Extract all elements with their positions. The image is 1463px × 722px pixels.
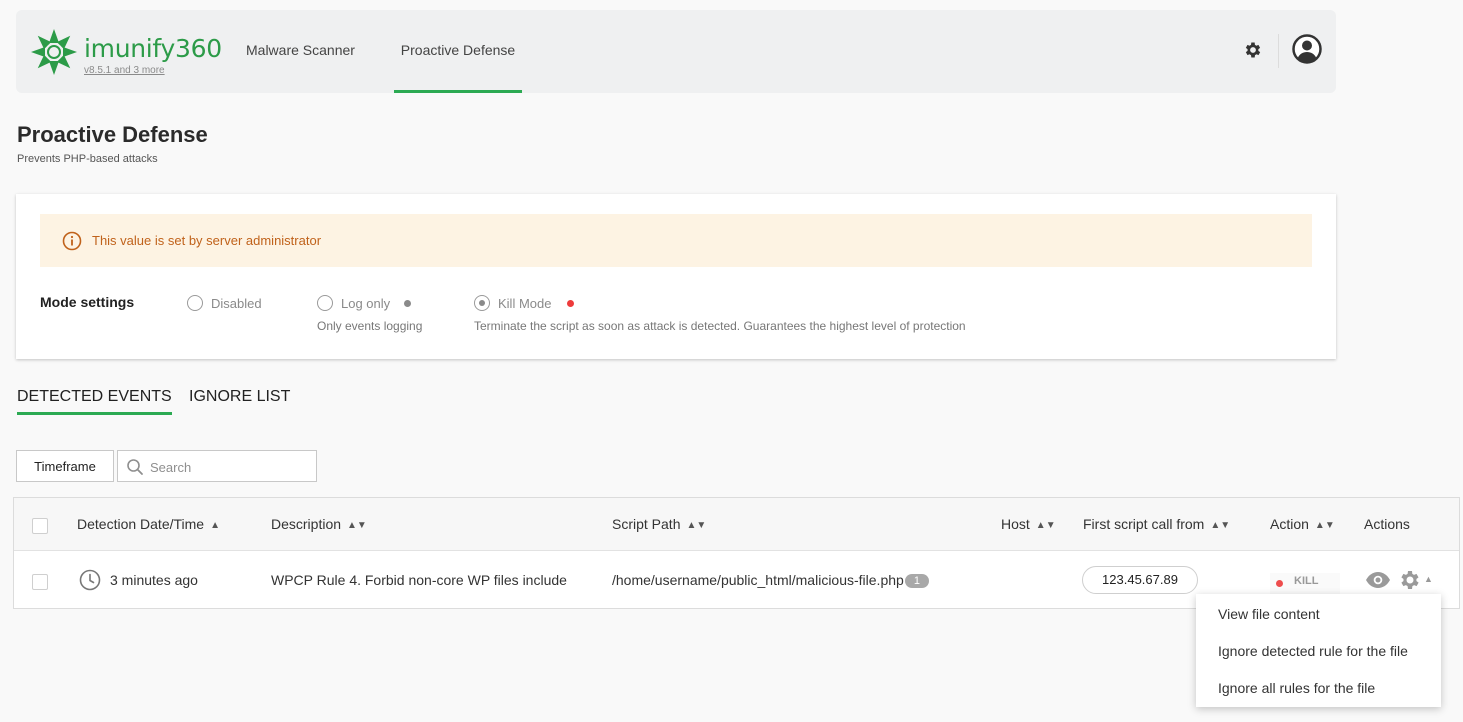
menu-ignore-detected-rule[interactable]: Ignore detected rule for the file — [1218, 643, 1408, 659]
radio-log-only-label[interactable]: Log only — [341, 296, 390, 311]
logo-star-icon — [31, 29, 77, 75]
log-only-description: Only events logging — [317, 319, 423, 333]
row-checkbox[interactable] — [32, 574, 48, 590]
radio-disabled-label[interactable]: Disabled — [211, 296, 262, 311]
clock-icon — [79, 569, 101, 591]
timeframe-button[interactable]: Timeframe — [16, 450, 114, 482]
log-only-status-dot — [404, 300, 411, 307]
select-all-checkbox[interactable] — [32, 518, 48, 534]
mode-settings-card: This value is set by server administrato… — [16, 194, 1336, 359]
nav-malware-scanner[interactable]: Malware Scanner — [246, 10, 355, 93]
info-circle-icon — [62, 231, 82, 251]
sort-icon: ▲▼ — [1210, 520, 1231, 531]
mode-settings-label: Mode settings — [40, 294, 135, 310]
event-description: WPCP Rule 4. Forbid non-core WP files in… — [271, 572, 567, 588]
col-first-script-call[interactable]: First script call from ▲▼ — [1083, 516, 1230, 532]
col-action[interactable]: Action ▲▼ — [1270, 516, 1335, 532]
col-host[interactable]: Host ▲▼ — [1001, 516, 1056, 532]
menu-ignore-all-rules[interactable]: Ignore all rules for the file — [1218, 680, 1375, 696]
col-actions: Actions — [1364, 516, 1410, 532]
row-actions-menu: View file content Ignore detected rule f… — [1196, 594, 1441, 707]
tab-detected-events[interactable]: DETECTED EVENTS — [17, 388, 172, 415]
warning-text: This value is set by server administrato… — [92, 233, 322, 248]
sort-asc-icon: ▲ — [210, 520, 220, 531]
action-status-badge: KILL — [1270, 573, 1340, 595]
imunify360-logo[interactable]: imunify360 v8.5.1 and 3 more — [30, 26, 222, 78]
first-call-ip[interactable]: 123.45.67.89 — [1082, 566, 1198, 594]
search-icon — [127, 459, 143, 475]
sort-icon: ▲▼ — [347, 520, 367, 531]
sort-icon: ▲▼ — [1314, 520, 1335, 531]
sort-icon: ▲▼ — [686, 520, 707, 531]
tab-ignore-list[interactable]: IGNORE LIST — [189, 388, 290, 406]
path-count-badge[interactable]: 1 — [904, 574, 929, 588]
action-label: KILL — [1294, 575, 1319, 587]
top-header: imunify360 v8.5.1 and 3 more Malware Sca… — [16, 10, 1336, 93]
page-title: Proactive Defense — [17, 122, 208, 147]
header-separator — [1278, 34, 1279, 68]
row-settings-gear-icon[interactable] — [1398, 568, 1422, 592]
menu-view-file-content[interactable]: View file content — [1218, 606, 1320, 622]
search-input[interactable] — [150, 457, 310, 477]
brand-name: imunify360 — [84, 34, 222, 63]
admin-warning-banner: This value is set by server administrato… — [40, 214, 1312, 267]
kill-mode-description: Terminate the script as soon as attack i… — [474, 319, 966, 333]
script-path: /home/username/public_html/malicious-fil… — [612, 572, 929, 588]
page-subtitle: Prevents PHP-based attacks — [17, 153, 158, 165]
version-link[interactable]: v8.5.1 and 3 more — [84, 65, 165, 76]
kill-mode-status-dot — [567, 300, 574, 307]
radio-log-only[interactable] — [317, 295, 333, 311]
col-detection-date[interactable]: Detection Date/Time ▲ — [77, 516, 220, 532]
table-header: Detection Date/Time ▲ Description ▲▼ Scrip… — [14, 498, 1459, 551]
caret-up-icon[interactable]: ▲ — [1424, 574, 1433, 584]
nav-proactive-defense[interactable]: Proactive Defense — [394, 10, 522, 93]
sort-icon: ▲▼ — [1035, 520, 1056, 531]
col-script-path[interactable]: Script Path ▲▼ — [612, 516, 706, 532]
detection-time: 3 minutes ago — [110, 572, 198, 588]
kill-status-dot — [1276, 580, 1283, 587]
radio-kill-mode[interactable] — [474, 295, 490, 311]
settings-gear-icon[interactable] — [1243, 40, 1263, 60]
detected-events-table: Detection Date/Time ▲ Description ▲▼ Scrip… — [13, 497, 1460, 609]
radio-kill-mode-label[interactable]: Kill Mode — [498, 296, 551, 311]
eye-icon[interactable] — [1365, 571, 1391, 589]
user-avatar-icon[interactable] — [1292, 34, 1322, 64]
col-description[interactable]: Description ▲▼ — [271, 516, 367, 532]
search-box — [117, 450, 317, 482]
radio-disabled[interactable] — [187, 295, 203, 311]
